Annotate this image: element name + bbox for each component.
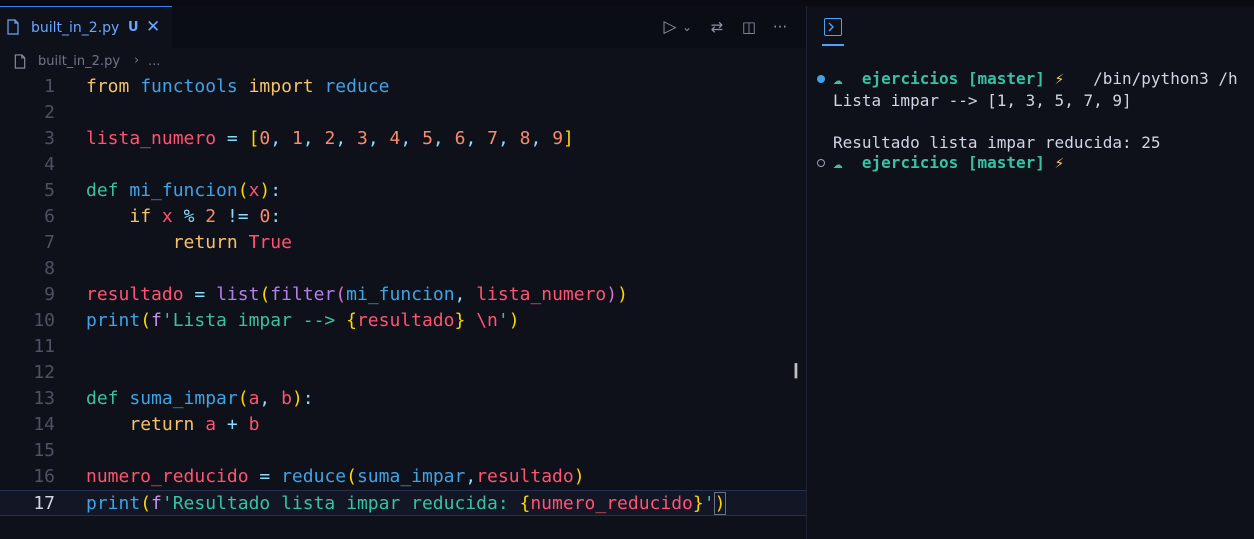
line-number: 14 xyxy=(33,414,55,435)
line-number: 7 xyxy=(44,232,55,253)
chevron-down-icon[interactable]: ⌄ xyxy=(679,16,695,38)
code-text: from functools import reduce xyxy=(86,76,390,97)
cloud-icon: ☁ xyxy=(833,153,843,172)
line-number: 10 xyxy=(33,310,55,331)
terminal-prompt-icon xyxy=(828,22,834,32)
run-icon[interactable]: ▷ xyxy=(659,16,681,38)
line-number: 5 xyxy=(44,180,55,201)
code-line[interactable]: 9 resultado = list(filter(mi_funcion, lis… xyxy=(0,282,807,308)
code-line[interactable]: 2 xyxy=(0,100,807,126)
code-line[interactable]: 3 lista_numero = [0, 1, 2, 3, 4, 5, 6, 7,… xyxy=(0,126,807,152)
prompt-dir: ejercicios xyxy=(861,153,959,172)
line-number: 12 xyxy=(33,362,55,383)
tab-label: built_in_2.py xyxy=(31,20,120,36)
editor-pane: built_in_2.py U ✕ ▷ ⌄ ⇄ ◫ ··· built_in_2… xyxy=(0,6,807,539)
code-text: def mi_funcion(x): xyxy=(86,180,282,201)
code-text: numero_reducido = reduce(suma_impar,resu… xyxy=(86,466,585,487)
code-text: print(f'Resultado lista impar reducida: … xyxy=(86,492,727,515)
bolt-icon: ⚡ xyxy=(1054,69,1065,88)
code-line[interactable]: 14 return a + b xyxy=(0,412,807,438)
prompt-branch: [master] xyxy=(967,69,1045,88)
line-number: 15 xyxy=(33,440,55,461)
terminal-panel[interactable]: ☁ ejercicios [master] ⚡ /bin/python3 /h … xyxy=(807,6,1254,539)
compare-changes-icon[interactable]: ⇄ xyxy=(706,16,728,38)
line-number: 1 xyxy=(44,76,55,97)
tab-bar: built_in_2.py U ✕ ▷ ⌄ ⇄ ◫ ··· xyxy=(0,6,807,48)
breadcrumb-symbols[interactable]: ... xyxy=(148,54,160,69)
command-success-dot[interactable] xyxy=(817,75,825,83)
code-line[interactable]: 16 numero_reducido = reduce(suma_impar,re… xyxy=(0,464,807,490)
breadcrumb-file[interactable]: built_in_2.py xyxy=(38,54,120,69)
split-editor-icon[interactable]: ◫ xyxy=(738,16,760,38)
cloud-icon: ☁ xyxy=(833,69,843,88)
line-number: 2 xyxy=(44,102,55,123)
code-line[interactable]: 8 xyxy=(0,256,807,282)
line-number: 3 xyxy=(44,128,55,149)
tab-built-in-2[interactable]: built_in_2.py U ✕ xyxy=(0,6,172,48)
code-text: return True xyxy=(172,232,292,253)
command-pending-dot[interactable] xyxy=(817,159,825,167)
code-text: def suma_impar(a, b): xyxy=(86,388,314,409)
terminal-command: /bin/python3 /h xyxy=(1093,69,1238,88)
file-icon xyxy=(7,19,19,35)
code-line-active[interactable]: 17 print(f'Resultado lista impar reducida… xyxy=(0,490,807,516)
terminal-prompt-line: ☁ ejercicios [master] ⚡ /bin/python3 /h xyxy=(833,69,1238,88)
code-line[interactable]: 10 print(f'Lista impar --> {resultado} \n… xyxy=(0,308,807,334)
terminal-prompt-line: ☁ ejercicios [master] ⚡ xyxy=(833,153,1064,172)
breadcrumb: built_in_2.py › ... xyxy=(0,48,807,74)
text-cursor-icon: Ⅰ xyxy=(793,359,799,383)
code-text: return a + b xyxy=(129,414,260,435)
line-number: 11 xyxy=(33,336,55,357)
code-text: lista_numero = [0, 1, 2, 3, 4, 5, 6, 7, … xyxy=(86,128,574,149)
close-icon[interactable]: ✕ xyxy=(146,17,160,37)
file-icon xyxy=(14,54,26,69)
terminal-tab-indicator xyxy=(822,44,844,46)
code-line[interactable]: 1 from functools import reduce xyxy=(0,74,807,100)
code-line[interactable]: 7 return True xyxy=(0,230,807,256)
prompt-dir: ejercicios xyxy=(861,69,959,88)
breadcrumb-separator-icon: › xyxy=(134,53,140,68)
code-line[interactable]: 13 def suma_impar(a, b): xyxy=(0,386,807,412)
line-number: 4 xyxy=(44,154,55,175)
line-number: 16 xyxy=(33,466,55,487)
terminal-icon[interactable] xyxy=(824,18,842,36)
untracked-badge: U xyxy=(128,20,139,35)
line-number: 9 xyxy=(44,284,55,305)
line-number: 17 xyxy=(33,493,55,514)
more-actions-icon[interactable]: ··· xyxy=(769,16,791,38)
terminal-output: Resultado lista impar reducida: 25 xyxy=(833,133,1161,152)
line-number: 13 xyxy=(33,388,55,409)
code-text: print(f'Lista impar --> {resultado} \n') xyxy=(86,310,520,331)
code-line[interactable]: 12 xyxy=(0,360,807,386)
line-number: 8 xyxy=(44,258,55,279)
bolt-icon: ⚡ xyxy=(1054,153,1065,172)
code-line[interactable]: 11 xyxy=(0,334,807,360)
line-number: 6 xyxy=(44,206,55,227)
prompt-branch: [master] xyxy=(967,153,1045,172)
terminal-output: Lista impar --> [1, 3, 5, 7, 9] xyxy=(833,91,1132,110)
code-line[interactable]: 4 xyxy=(0,152,807,178)
code-line[interactable]: 6 if x % 2 != 0: xyxy=(0,204,807,230)
code-line[interactable]: 15 xyxy=(0,438,807,464)
code-text: resultado = list(filter(mi_funcion, list… xyxy=(86,284,628,305)
code-text: if x % 2 != 0: xyxy=(129,206,282,227)
code-line[interactable]: 5 def mi_funcion(x): xyxy=(0,178,807,204)
